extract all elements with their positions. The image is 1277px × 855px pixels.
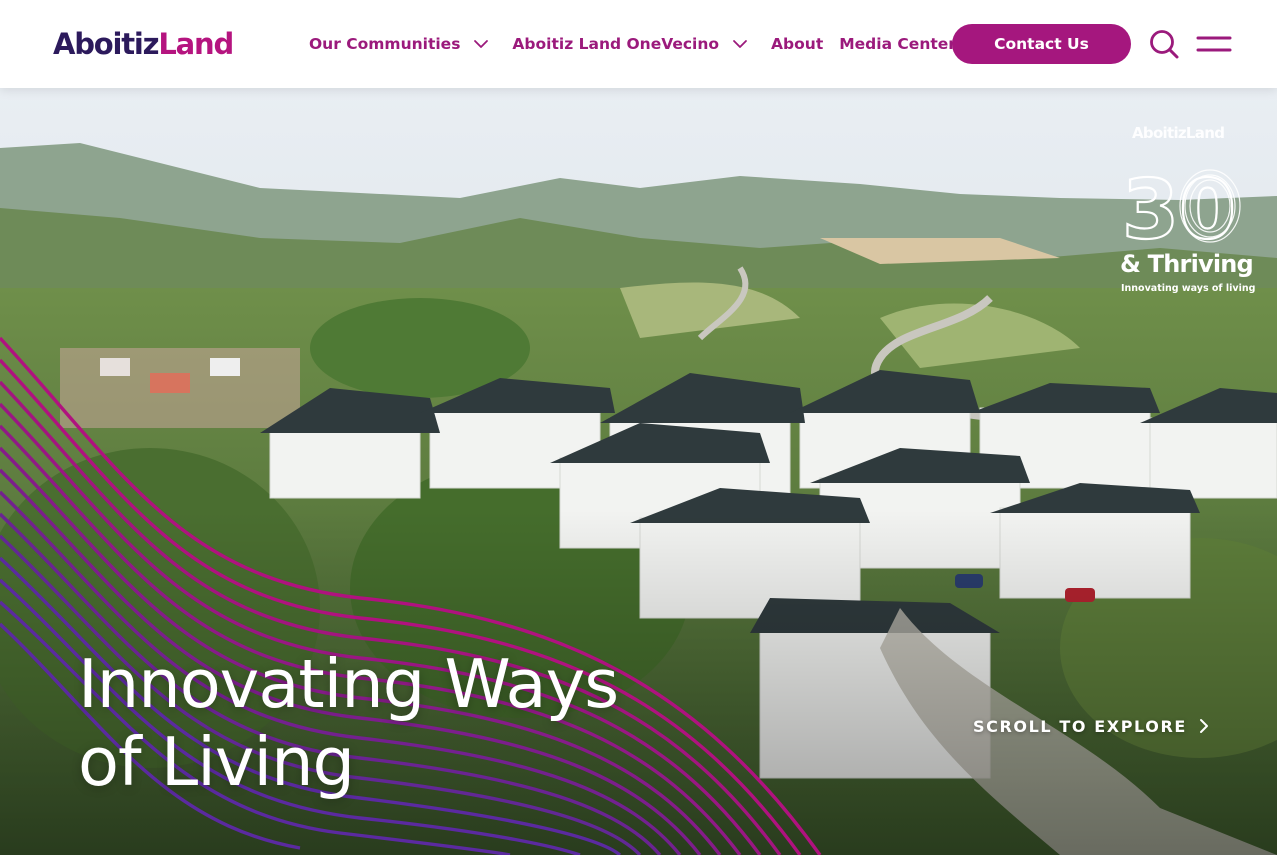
- scroll-to-explore-link[interactable]: SCROLL TO EXPLORE: [973, 714, 1211, 738]
- nav-media-center[interactable]: Media Center: [839, 35, 956, 53]
- logo-text-land: Land: [158, 27, 234, 61]
- hero-headline-line-2: of Living: [78, 723, 355, 801]
- hero-headline-line-1: Innovating Ways: [78, 645, 619, 723]
- search-icon[interactable]: [1148, 28, 1180, 60]
- badge-30-logo: 30: [1121, 164, 1241, 244]
- nav-our-communities-label: Our Communities: [309, 35, 461, 53]
- contact-us-button[interactable]: Contact Us: [952, 24, 1131, 64]
- scroll-to-explore-label: SCROLL TO EXPLORE: [973, 716, 1187, 736]
- nav-onevecino-label: Aboitiz Land OneVecino: [512, 35, 720, 53]
- chevron-down-icon: [733, 40, 747, 48]
- anniversary-badge: AboitizLand 30 & Thriving Innovating way…: [1118, 124, 1255, 298]
- site-header: AboitizLand Our Communities Aboitiz Land…: [0, 0, 1277, 88]
- logo-text-aboitiz: Aboitiz: [53, 27, 160, 61]
- hamburger-menu-icon[interactable]: [1196, 32, 1232, 56]
- nav-about[interactable]: About: [771, 35, 823, 53]
- badge-brand-text: AboitizLand: [1132, 124, 1225, 142]
- hero-headline: Innovating Ways of Living: [78, 645, 718, 801]
- chevron-down-icon: [474, 40, 489, 48]
- nav-our-communities[interactable]: Our Communities: [309, 35, 490, 53]
- main-nav: Our Communities Aboitiz Land OneVecino A…: [309, 24, 956, 64]
- aboitizland-logo[interactable]: AboitizLand: [53, 24, 234, 64]
- badge-number: 30: [1122, 164, 1236, 244]
- badge-tagline: Innovating ways of living: [1121, 283, 1256, 294]
- badge-title: & Thriving: [1120, 250, 1254, 278]
- hero-section: AboitizLand 30 & Thriving Innovating way…: [0, 88, 1277, 855]
- chevron-right-icon: [1199, 719, 1208, 733]
- nav-onevecino[interactable]: Aboitiz Land OneVecino: [512, 35, 749, 53]
